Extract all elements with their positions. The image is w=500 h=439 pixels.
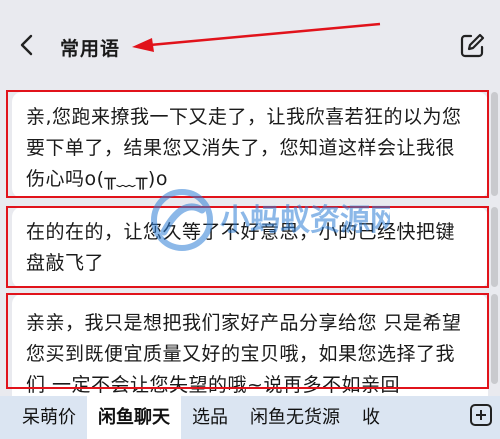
scrollbar[interactable] — [491, 294, 498, 384]
page-title: 常用语 — [60, 38, 121, 60]
back-arrow-icon[interactable] — [16, 32, 38, 58]
header-bar: 常用语 — [0, 0, 500, 82]
scrollbar[interactable] — [491, 92, 498, 196]
edit-icon[interactable] — [458, 32, 486, 60]
phrase-text: 亲,您跑来撩我一下又走了，让我欣喜若狂的以为您要下单了，结果您又消失了，您知道这… — [26, 106, 462, 190]
add-icon[interactable] — [470, 404, 492, 426]
tab-collect[interactable]: 收 — [351, 396, 391, 439]
scrollbar[interactable] — [491, 207, 498, 287]
phrase-card[interactable]: 亲,您跑来撩我一下又走了，让我欣喜若狂的以为您要下单了，结果您又消失了，您知道这… — [12, 92, 488, 198]
tab-xianyu-chat[interactable]: 闲鱼聊天 — [87, 396, 181, 439]
phrase-card[interactable]: 亲亲，我只是想把我们家好产品分享给您 只是希望您买到既便宜质量又好的宝贝哦，如果… — [12, 294, 488, 396]
tab-xianyu-no-stock[interactable]: 闲鱼无货源 — [239, 396, 351, 439]
phrase-text: 在的在的，让您久等了不好意思，小的已经快把键盘敲飞了 — [26, 221, 456, 274]
phrase-card[interactable]: 在的在的，让您久等了不好意思，小的已经快把键盘敲飞了 — [12, 207, 488, 288]
tab-product-selection[interactable]: 选品 — [181, 396, 239, 439]
phrase-text: 亲亲，我只是想把我们家好产品分享给您 只是希望您买到既便宜质量又好的宝贝哦，如果… — [26, 312, 462, 396]
quick-tab-bar: 呆萌价 闲鱼聊天 选品 闲鱼无货源 收 — [0, 396, 500, 439]
tab-cute-price[interactable]: 呆萌价 — [0, 396, 87, 439]
